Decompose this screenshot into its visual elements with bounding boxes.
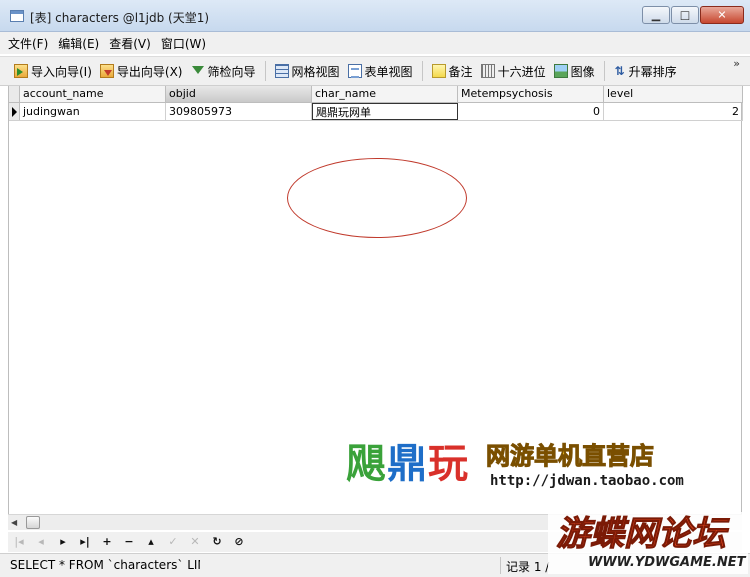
cell-level[interactable]: 2	[604, 103, 743, 120]
import-wizard-label: 导入向导(I)	[31, 64, 92, 79]
hex-icon	[480, 64, 495, 78]
maximize-icon: □	[679, 8, 691, 22]
grid-view-label: 网格视图	[291, 64, 340, 79]
hex-label: 十六进位	[497, 64, 546, 79]
shop-logo-char-3: 玩	[428, 441, 469, 487]
window-controls: ▁ □ ✕	[642, 6, 744, 24]
memo-label: 备注	[448, 64, 473, 79]
toolbar-divider	[264, 61, 266, 81]
shop-logo-char-1: 飓	[346, 441, 387, 487]
stop-icon[interactable]: ⊘	[232, 535, 246, 549]
form-view-icon	[347, 64, 362, 78]
column-header-char-name[interactable]: char_name	[312, 86, 458, 102]
toolbar-overflow-icon[interactable]: »	[733, 58, 740, 69]
grid-view-button[interactable]: 网格视图	[271, 60, 344, 82]
export-icon	[99, 64, 114, 78]
image-label: 图像	[570, 64, 595, 79]
hex-button[interactable]: 十六进位	[477, 60, 550, 82]
current-row-indicator-icon	[9, 103, 20, 120]
menu-bar: 文件(F) 编辑(E) 查看(V) 窗口(W)	[0, 32, 750, 54]
add-record-icon[interactable]: +	[100, 535, 114, 549]
filter-wizard-button[interactable]: 筛检向导	[187, 60, 260, 82]
menu-file[interactable]: 文件(F)	[8, 35, 48, 52]
first-record-icon[interactable]: |◂	[12, 535, 26, 549]
shop-watermark-logo: 飓鼎玩 网游单机直营店 http://jdwan.taobao.com	[344, 440, 689, 495]
cell-account-name[interactable]: judingwan	[20, 103, 166, 120]
toolbar: 导入向导(I) 导出向导(X) 筛检向导 网格视图 表单视图 备注 十六进位 图…	[0, 56, 750, 86]
forum-watermark: 游蝶网论坛 WWW.YDWGAME.NET	[548, 512, 748, 574]
apply-icon[interactable]: ✓	[166, 535, 180, 549]
form-view-label: 表单视图	[364, 64, 413, 79]
table-icon	[10, 10, 24, 22]
forum-watermark-name: 游蝶网论坛	[556, 514, 727, 555]
shop-logo-char-2: 鼎	[387, 441, 428, 487]
form-view-button[interactable]: 表单视图	[344, 60, 417, 82]
title-bar: [表] characters @l1jdb (天堂1) ▁ □ ✕	[0, 0, 750, 32]
shop-tagline: 网游单机直营店	[486, 442, 655, 471]
last-record-icon[interactable]: ▸|	[78, 535, 92, 549]
next-record-icon[interactable]: ▸	[56, 535, 70, 549]
toolbar-divider	[421, 61, 423, 81]
import-icon	[14, 64, 28, 78]
sort-ascending-icon: ⇅	[614, 64, 625, 78]
edit-record-icon[interactable]: ▴	[144, 535, 158, 549]
table-row[interactable]: judingwan 309805973 飓鼎玩网单 0 2	[9, 103, 743, 121]
column-header-objid[interactable]: objid	[166, 86, 312, 102]
memo-button[interactable]: 备注	[428, 60, 477, 82]
minimize-button[interactable]: ▁	[642, 6, 670, 24]
header-corner	[9, 86, 20, 102]
import-wizard-button[interactable]: 导入向导(I)	[10, 60, 96, 82]
grid-header: account_name objid char_name Metempsycho…	[9, 86, 743, 103]
cell-metempsychosis[interactable]: 0	[458, 103, 604, 120]
memo-icon	[431, 64, 446, 78]
cell-objid[interactable]: 309805973	[166, 103, 312, 120]
grid-view-icon	[274, 64, 289, 78]
annotation-oval	[287, 158, 467, 238]
scrollbar-thumb[interactable]	[26, 516, 40, 529]
status-divider	[500, 557, 501, 574]
delete-record-icon[interactable]: −	[122, 535, 136, 549]
window-title: [表] characters @l1jdb (天堂1)	[30, 11, 210, 25]
status-sql-query: SELECT * FROM `characters` LIMI	[10, 558, 200, 572]
toolbar-divider	[603, 61, 605, 81]
column-header-metempsychosis[interactable]: Metempsychosis	[458, 86, 604, 102]
menu-window[interactable]: 窗口(W)	[161, 35, 206, 52]
shop-logo-mark: 飓鼎玩	[346, 440, 469, 488]
image-icon	[553, 64, 568, 78]
shop-url: http://jdwan.taobao.com	[490, 473, 684, 489]
menu-view[interactable]: 查看(V)	[109, 35, 151, 52]
refresh-icon[interactable]: ↻	[210, 535, 224, 549]
minimize-icon: ▁	[651, 8, 661, 22]
prev-record-icon[interactable]: ◂	[34, 535, 48, 549]
menu-edit[interactable]: 编辑(E)	[58, 35, 99, 52]
export-wizard-label: 导出向导(X)	[116, 64, 183, 79]
sort-ascending-label: 升幂排序	[628, 64, 677, 79]
filter-wizard-label: 筛检向导	[207, 64, 256, 79]
scroll-left-icon[interactable]: ◀	[11, 518, 17, 527]
column-header-level[interactable]: level	[604, 86, 743, 102]
maximize-button[interactable]: □	[671, 6, 699, 24]
image-button[interactable]: 图像	[550, 60, 599, 82]
column-header-account-name[interactable]: account_name	[20, 86, 166, 102]
sort-ascending-button[interactable]: ⇅ 升幂排序	[610, 60, 681, 82]
status-record-count: 记录 1 /	[506, 560, 550, 574]
forum-watermark-url: WWW.YDWGAME.NET	[588, 555, 746, 570]
export-wizard-button[interactable]: 导出向导(X)	[96, 60, 187, 82]
filter-icon	[191, 64, 205, 78]
close-icon: ✕	[717, 8, 727, 22]
cancel-icon[interactable]: ✕	[188, 535, 202, 549]
cell-char-name[interactable]: 飓鼎玩网单	[312, 103, 458, 120]
close-button[interactable]: ✕	[700, 6, 744, 24]
